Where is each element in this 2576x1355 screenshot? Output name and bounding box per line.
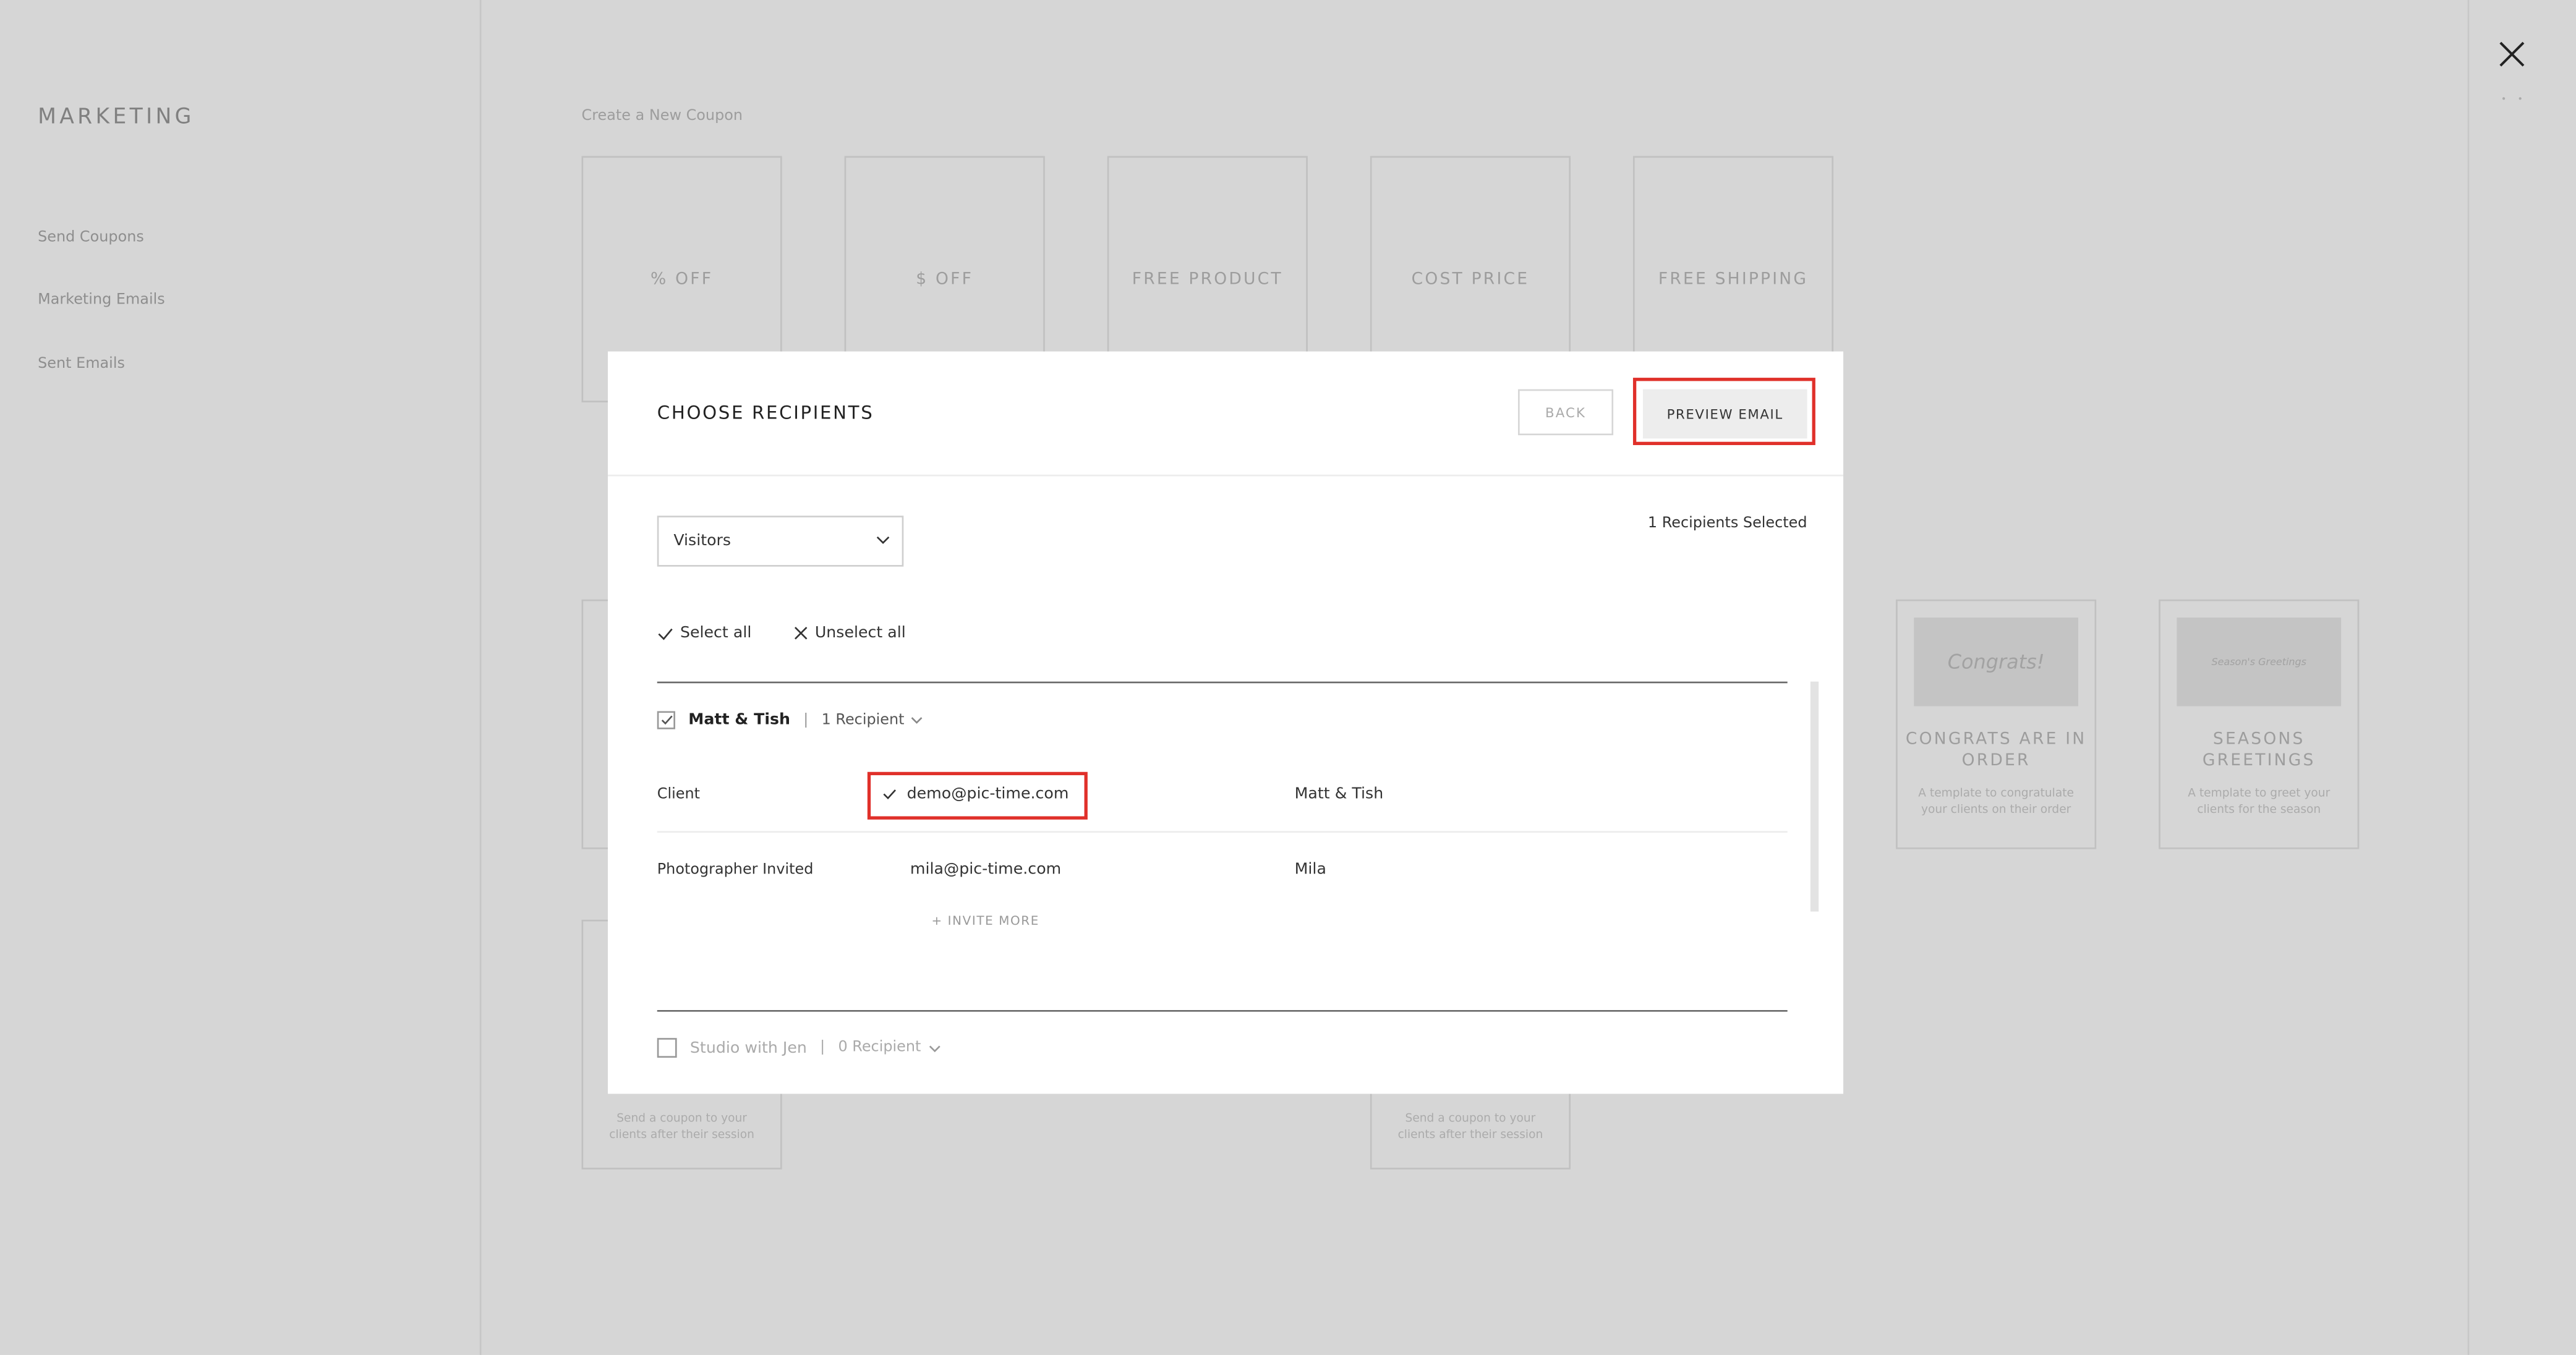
recipient-email-option[interactable]: mila@pic-time.com — [910, 860, 1061, 878]
header-divider — [608, 474, 1844, 477]
group-recipient-count: 1 Recipient — [821, 711, 905, 729]
group-header: Studio with Jen | 0 Recipient — [657, 1038, 941, 1058]
recipient-type-dropdown[interactable]: Visitors — [657, 516, 904, 567]
group-recipient-toggle[interactable]: 1 Recipient — [821, 711, 924, 729]
select-all-button[interactable]: Select all — [657, 624, 752, 642]
close-underline — [2501, 75, 2523, 100]
chevron-down-icon — [928, 1045, 940, 1051]
chevron-down-icon — [911, 717, 923, 724]
row-divider — [657, 831, 1788, 833]
group-divider — [657, 681, 1788, 684]
check-icon — [658, 627, 673, 640]
select-all-label: Select all — [680, 624, 752, 642]
group-checkbox[interactable] — [657, 711, 675, 729]
invite-more-link[interactable]: + INVITE MORE — [931, 913, 1039, 928]
dropdown-selected-value: Visitors — [673, 532, 731, 551]
group-name: Matt & Tish — [688, 711, 791, 729]
recipient-name: Mila — [1294, 860, 1326, 879]
group-name: Studio with Jen — [689, 1039, 807, 1057]
back-button[interactable]: BACK — [1517, 389, 1614, 436]
recipient-role: Photographer Invited — [657, 862, 814, 879]
group-header: Matt & Tish | 1 Recipient — [657, 711, 924, 729]
group-recipient-toggle[interactable]: 0 Recipient — [838, 1040, 940, 1056]
unselect-all-button[interactable]: Unselect all — [793, 624, 906, 642]
group-separator: | — [820, 1039, 825, 1056]
chevron-down-icon — [876, 536, 890, 544]
check-icon — [660, 715, 672, 725]
close-button[interactable] — [2494, 36, 2530, 72]
app-stage: MARKETING Send Coupons Marketing Emails … — [0, 0, 2576, 1355]
modal-title: CHOOSE RECIPIENTS — [657, 402, 874, 424]
recipient-name: Matt & Tish — [1294, 784, 1384, 804]
group-recipient-count: 0 Recipient — [838, 1039, 921, 1056]
group-separator: | — [803, 711, 809, 729]
list-scrollbar[interactable] — [1810, 681, 1819, 912]
close-icon — [2499, 41, 2525, 67]
unselect-all-label: Unselect all — [814, 624, 906, 642]
recipients-selected-count: 1 Recipients Selected — [1647, 516, 1807, 532]
recipient-email: mila@pic-time.com — [910, 860, 1062, 879]
choose-recipients-modal: CHOOSE RECIPIENTS BACK PREVIEW EMAIL Vis… — [608, 351, 1844, 1094]
group-divider — [657, 1009, 1788, 1012]
group-checkbox[interactable] — [657, 1038, 677, 1058]
recipient-role: Client — [657, 786, 701, 804]
highlight-box — [1632, 378, 1815, 446]
highlight-box — [867, 771, 1088, 820]
x-icon — [795, 626, 808, 640]
